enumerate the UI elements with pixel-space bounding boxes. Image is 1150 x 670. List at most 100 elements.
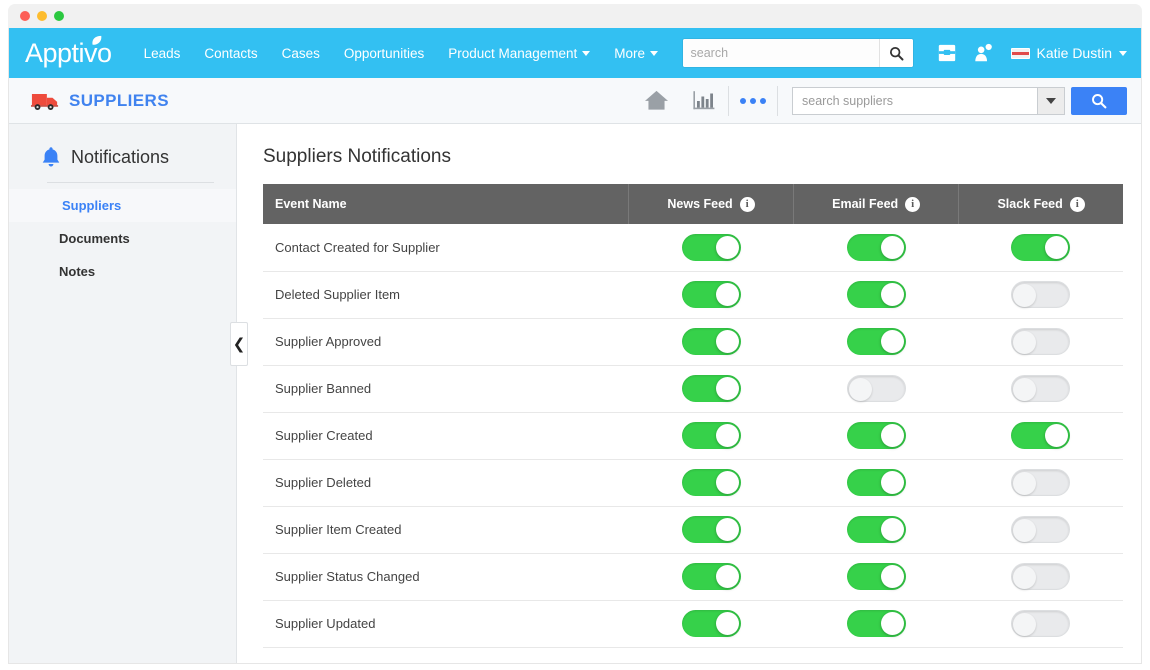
sidebar-collapse-button[interactable]: ❮ <box>230 322 248 366</box>
news-feed-toggle[interactable] <box>682 281 741 308</box>
event-name-cell: Supplier Created <box>263 412 629 459</box>
apptivo-logo[interactable]: Apptivo <box>17 40 132 67</box>
app-title-group[interactable]: SUPPLIERS <box>31 91 169 111</box>
slack-feed-toggle[interactable] <box>1011 516 1070 543</box>
nav-link-label: Product Management <box>448 46 577 61</box>
leaf-icon <box>89 35 103 49</box>
window-close-button[interactable] <box>20 11 30 21</box>
news-feed-cell <box>629 506 794 553</box>
column-label: News Feed <box>667 197 732 211</box>
email-feed-toggle[interactable] <box>847 328 906 355</box>
user-menu[interactable]: Katie Dustin <box>1001 45 1127 61</box>
news-feed-toggle[interactable] <box>682 375 741 402</box>
news-feed-toggle[interactable] <box>682 328 741 355</box>
slack-feed-cell <box>959 600 1123 647</box>
email-feed-toggle[interactable] <box>847 375 906 402</box>
sidebar-item-documents[interactable]: Documents <box>9 222 236 255</box>
news-feed-toggle[interactable] <box>682 422 741 449</box>
supplier-search-dropdown[interactable] <box>1037 87 1065 115</box>
email-feed-toggle[interactable] <box>847 422 906 449</box>
slack-feed-toggle[interactable] <box>1011 610 1070 637</box>
nav-link-cases[interactable]: Cases <box>270 40 332 67</box>
sidebar: Notifications Suppliers Documents Notes … <box>9 124 237 664</box>
email-feed-cell <box>794 600 959 647</box>
news-feed-toggle[interactable] <box>682 563 741 590</box>
nav-link-leads[interactable]: Leads <box>132 40 193 67</box>
nav-link-opportunities[interactable]: Opportunities <box>332 40 436 67</box>
table-header: Event Name News Feed i Email Feed <box>263 184 1123 224</box>
page-body: Notifications Suppliers Documents Notes … <box>9 124 1141 664</box>
toggle-knob <box>1013 566 1036 589</box>
slack-feed-toggle[interactable] <box>1011 469 1070 496</box>
home-icon <box>644 89 669 112</box>
column-header-event-name[interactable]: Event Name <box>263 184 629 224</box>
slack-feed-toggle[interactable] <box>1011 328 1070 355</box>
global-search-button[interactable] <box>879 39 913 67</box>
global-search-input[interactable] <box>683 39 879 67</box>
slack-feed-toggle[interactable] <box>1011 234 1070 261</box>
column-header-news-feed[interactable]: News Feed i <box>629 184 794 224</box>
add-user-icon <box>972 42 994 64</box>
email-feed-toggle[interactable] <box>847 234 906 261</box>
search-icon <box>1091 93 1107 109</box>
toggle-knob <box>716 471 739 494</box>
nav-link-label: Contacts <box>204 46 257 61</box>
email-feed-toggle[interactable] <box>847 516 906 543</box>
toggle-knob <box>716 236 739 259</box>
email-feed-toggle[interactable] <box>847 469 906 496</box>
news-feed-cell <box>629 600 794 647</box>
news-feed-toggle[interactable] <box>682 234 741 261</box>
sidebar-item-notes[interactable]: Notes <box>9 255 236 288</box>
nav-link-label: More <box>614 46 645 61</box>
user-name: Katie Dustin <box>1037 45 1112 61</box>
info-icon[interactable]: i <box>1070 197 1085 212</box>
column-header-email-feed[interactable]: Email Feed i <box>794 184 959 224</box>
column-label: Event Name <box>275 197 347 211</box>
toggle-knob <box>1013 284 1036 307</box>
info-icon[interactable]: i <box>905 197 920 212</box>
sidebar-item-label: Suppliers <box>62 198 121 213</box>
slack-feed-toggle[interactable] <box>1011 563 1070 590</box>
add-user-button[interactable] <box>965 35 1001 71</box>
column-label: Slack Feed <box>997 197 1062 211</box>
news-feed-cell <box>629 553 794 600</box>
table-row: Contact Created for Supplier <box>263 224 1123 271</box>
nav-link-more[interactable]: More <box>602 40 670 67</box>
email-feed-toggle[interactable] <box>847 563 906 590</box>
sidebar-item-suppliers[interactable]: Suppliers <box>9 189 236 222</box>
email-feed-toggle[interactable] <box>847 281 906 308</box>
toggle-knob <box>1013 378 1036 401</box>
window-minimize-button[interactable] <box>37 11 47 21</box>
news-feed-cell <box>629 271 794 318</box>
email-feed-toggle[interactable] <box>847 610 906 637</box>
inbox-button[interactable] <box>929 35 965 71</box>
reports-button[interactable] <box>680 78 728 124</box>
toggle-knob <box>849 378 872 401</box>
sidebar-header: Notifications <box>9 146 236 168</box>
more-actions-button[interactable] <box>729 78 777 124</box>
home-button[interactable] <box>632 78 680 124</box>
news-feed-toggle[interactable] <box>682 516 741 543</box>
event-name-cell: Supplier Banned <box>263 365 629 412</box>
table-row: Supplier Deleted <box>263 459 1123 506</box>
news-feed-toggle[interactable] <box>682 469 741 496</box>
toggle-knob <box>716 565 739 588</box>
event-name-cell: Supplier Approved <box>263 318 629 365</box>
nav-link-product-management[interactable]: Product Management <box>436 40 602 67</box>
slack-feed-toggle[interactable] <box>1011 422 1070 449</box>
info-icon[interactable]: i <box>740 197 755 212</box>
news-feed-toggle[interactable] <box>682 610 741 637</box>
column-header-slack-feed[interactable]: Slack Feed i <box>959 184 1123 224</box>
supplier-search-input[interactable] <box>792 87 1037 115</box>
window-maximize-button[interactable] <box>54 11 64 21</box>
top-nav-right-group: Katie Dustin <box>683 35 1141 71</box>
table-row: Supplier Updated <box>263 600 1123 647</box>
news-feed-cell <box>629 224 794 271</box>
nav-link-contacts[interactable]: Contacts <box>192 40 269 67</box>
toggle-knob <box>881 330 904 353</box>
table-row: Supplier Approved <box>263 318 1123 365</box>
more-dots-icon <box>740 98 766 104</box>
slack-feed-toggle[interactable] <box>1011 281 1070 308</box>
supplier-search-button[interactable] <box>1071 87 1127 115</box>
slack-feed-toggle[interactable] <box>1011 375 1070 402</box>
